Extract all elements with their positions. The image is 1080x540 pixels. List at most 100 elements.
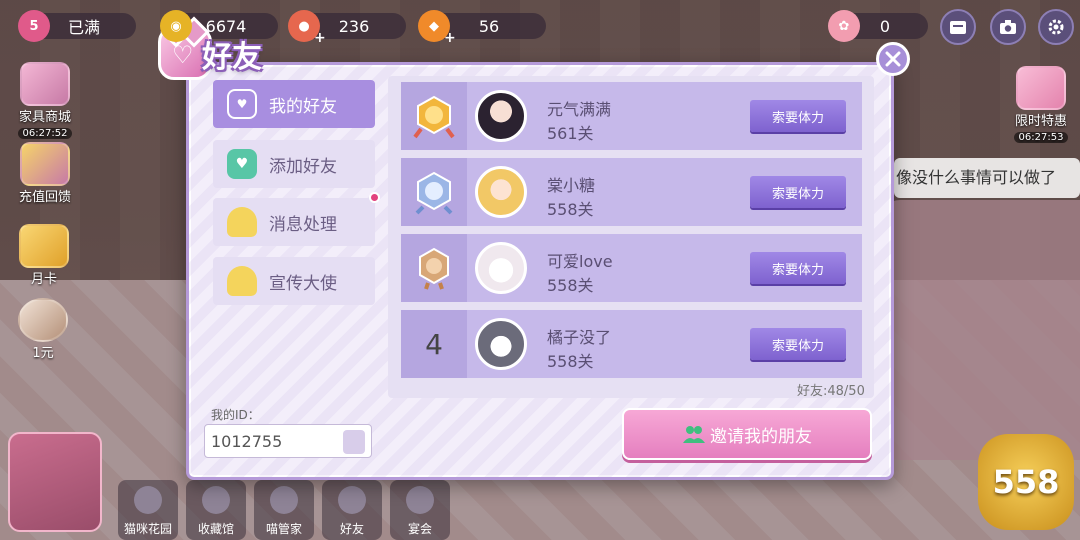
gift-box-icon [1016, 66, 1066, 110]
tab-ambassador[interactable]: 宣传大使 [213, 257, 375, 305]
nav-label: 收藏馆 [197, 522, 234, 536]
gear-icon [1048, 19, 1064, 35]
nav-label: 猫咪花园 [123, 522, 172, 536]
tab-label: 添加好友 [269, 156, 337, 177]
request-stamina-button[interactable]: 索要体力 [750, 328, 846, 360]
tab-label: 我的好友 [269, 96, 337, 117]
gift-icon [20, 142, 70, 186]
bottom-navigation: 猫咪花园 收藏馆 喵管家 好友 宴会 [118, 480, 450, 540]
close-icon [885, 51, 901, 67]
friend-name: 橘子没了 [547, 328, 612, 347]
cat-food-counter[interactable]: ● + 236 [288, 10, 406, 46]
limited-offer-timer: 06:27:53 [1013, 132, 1069, 143]
bell-icon [227, 266, 257, 296]
furniture-shop-label: 家具商城 [18, 110, 71, 125]
nav-friends[interactable]: 好友 [322, 480, 382, 540]
avatar[interactable] [475, 90, 527, 142]
gold-medal-icon [401, 82, 467, 150]
notification-dot [369, 192, 380, 203]
cat-head-icon [338, 486, 366, 514]
friend-row: 棠小糖 558关 索要体力 [401, 158, 862, 226]
paw-icon: ✿ [828, 10, 860, 42]
level-badge[interactable]: 558 [978, 434, 1074, 530]
tab-label: 消息处理 [269, 214, 337, 235]
recharge-label: 充值回馈 [18, 190, 71, 205]
rank-number: 4 [401, 310, 467, 378]
friend-name: 可爱love [547, 252, 613, 271]
add-gems-icon[interactable]: + [444, 30, 456, 46]
friend-level: 558关 [547, 200, 594, 219]
nav-butler[interactable]: 喵管家 [254, 480, 314, 540]
gems-counter[interactable]: ◆ + 56 [418, 10, 548, 46]
monthly-card-shortcut[interactable]: 月卡 [14, 224, 74, 287]
nav-party[interactable]: 宴会 [390, 480, 450, 540]
limited-offer-label: 限时特惠 [1014, 114, 1067, 129]
friend-name: 棠小糖 [547, 176, 596, 195]
avatar[interactable] [475, 166, 527, 218]
recharge-shortcut[interactable]: 充值回馈 [10, 142, 80, 205]
friend-level: 558关 [547, 352, 594, 371]
friend-row: 4 橘子没了 558关 索要体力 [401, 310, 862, 378]
furniture-shop-timer: 06:27:52 [17, 128, 73, 139]
dialog-title: 好友 [202, 40, 262, 75]
shop-board-button[interactable] [940, 9, 976, 45]
hearts-counter[interactable]: 5 已满 [18, 10, 136, 42]
friends-icon [683, 426, 705, 443]
butler-icon [270, 486, 298, 514]
one-yuan-shortcut[interactable]: 1元 [12, 298, 74, 361]
my-id-value: 1012755 [211, 431, 283, 451]
close-button[interactable] [876, 42, 910, 76]
furniture-shop-shortcut[interactable]: 家具商城 06:27:52 [10, 62, 80, 140]
nav-label: 宴会 [407, 522, 432, 536]
limited-offer-shortcut[interactable]: 限时特惠 06:27:53 [1008, 66, 1074, 144]
sofa-icon [20, 62, 70, 106]
nav-cat-garden[interactable]: 猫咪花园 [118, 480, 178, 540]
avatar[interactable] [475, 242, 527, 294]
friends-card-icon: ♥ [227, 89, 257, 119]
my-id-label: 我的ID： [211, 408, 260, 422]
invite-label: 邀请我的朋友 [710, 426, 812, 447]
tab-add-friend[interactable]: ♥ 添加好友 [213, 140, 375, 188]
paws-counter[interactable]: ✿ 0 [828, 10, 928, 42]
friend-count: 好友:48/50 [797, 384, 865, 399]
camera-icon [1000, 20, 1016, 34]
party-icon [406, 486, 434, 514]
request-stamina-button[interactable]: 索要体力 [750, 252, 846, 284]
friend-name: 元气满满 [547, 100, 612, 119]
camera-button[interactable] [990, 9, 1026, 45]
bell-icon [227, 207, 257, 237]
card-icon [19, 224, 69, 268]
friend-level: 558关 [547, 276, 594, 295]
tab-messages[interactable]: 消息处理 [213, 198, 375, 246]
settings-button[interactable] [1038, 9, 1074, 45]
board-icon [950, 21, 966, 34]
request-stamina-button[interactable]: 索要体力 [750, 176, 846, 208]
silver-medal-icon [401, 158, 467, 226]
copy-icon[interactable] [343, 430, 365, 454]
speech-bubble: 像没什么事情可以做了 [894, 158, 1080, 198]
friend-row: 可爱love 558关 索要体力 [401, 234, 862, 302]
friend-level: 561关 [547, 124, 594, 143]
add-cat-food-icon[interactable]: + [314, 30, 326, 46]
request-stamina-button[interactable]: 索要体力 [750, 100, 846, 132]
bronze-medal-icon [401, 234, 467, 302]
task-book-button[interactable] [8, 432, 102, 532]
cat-face-icon [18, 298, 68, 342]
coin-icon: ◉ [160, 10, 192, 42]
heart-icon: ♡ [172, 41, 194, 69]
add-friend-icon: ♥ [227, 149, 257, 179]
tab-label: 宣传大使 [269, 273, 337, 294]
monthly-card-label: 月卡 [30, 272, 57, 287]
nav-collection[interactable]: 收藏馆 [186, 480, 246, 540]
invite-friends-button[interactable]: 邀请我的朋友 [622, 408, 872, 460]
avatar[interactable] [475, 318, 527, 370]
nav-label: 喵管家 [265, 522, 302, 536]
tab-my-friends[interactable]: ♥ 我的好友 [213, 80, 375, 128]
friend-row: 元气满满 561关 索要体力 [401, 82, 862, 150]
paw-icon [134, 486, 162, 514]
collection-icon [202, 486, 230, 514]
nav-label: 好友 [339, 522, 364, 536]
my-id-field[interactable]: 1012755 [204, 424, 372, 458]
heart-icon: 5 [18, 10, 50, 42]
one-yuan-label: 1元 [32, 346, 54, 361]
